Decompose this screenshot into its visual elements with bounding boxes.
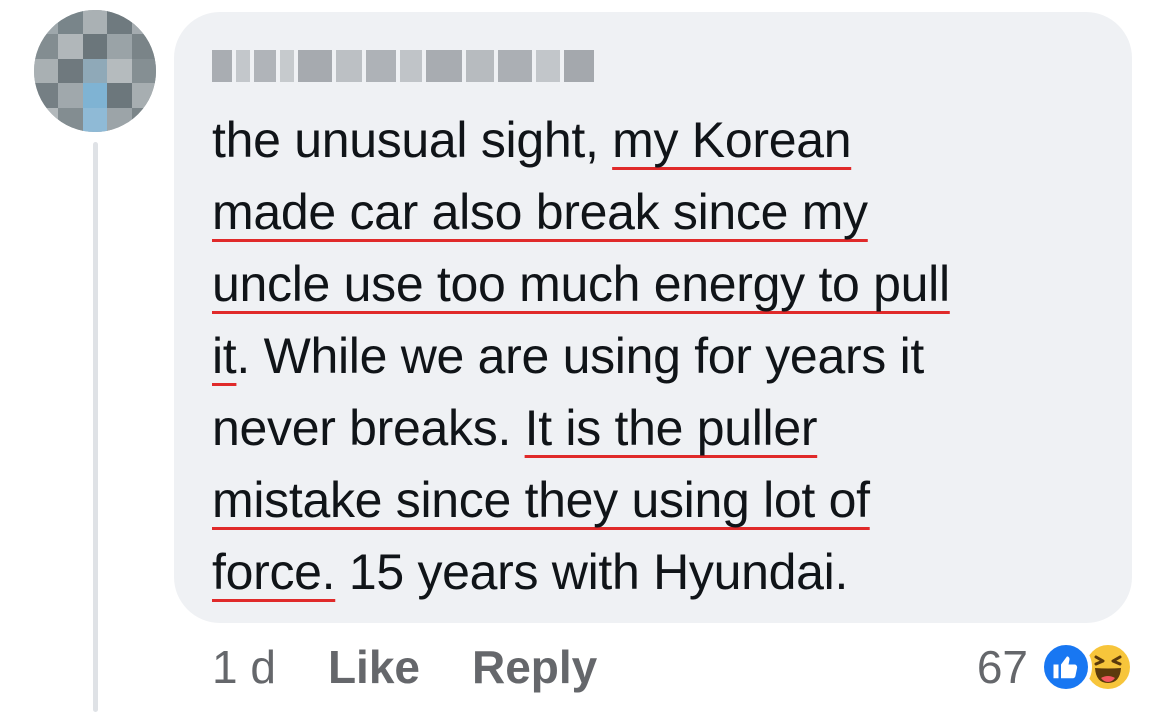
reaction-count: 67 xyxy=(976,641,1028,693)
comment-line: force. 15 years with Hyundai. xyxy=(212,544,849,600)
underlined-phrase: mistake since they using lot of xyxy=(212,472,870,528)
reaction-summary[interactable]: 67 xyxy=(977,640,1134,694)
reply-button[interactable]: Reply xyxy=(472,640,597,694)
comment-actions: 1 d Like Reply xyxy=(212,640,597,694)
underlined-phrase: It is the puller xyxy=(524,400,818,456)
author-name-redacted[interactable] xyxy=(212,46,598,86)
underlined-phrase: force. xyxy=(212,544,336,600)
avatar[interactable] xyxy=(34,10,156,132)
comment-line: mistake since they using lot of xyxy=(212,464,1112,536)
like-icon xyxy=(1040,641,1092,693)
comment-thread: the unusual sight, my Korean made car al… xyxy=(0,0,1170,712)
comment-line: uncle use too much energy to pull xyxy=(212,248,1112,320)
underlined-phrase: it xyxy=(212,328,237,384)
comment-text: the unusual sight, my Korean made car al… xyxy=(212,104,1112,608)
underlined-phrase: my Korean xyxy=(612,112,852,168)
underlined-phrase: made car also break since my xyxy=(212,184,868,240)
like-button[interactable]: Like xyxy=(328,640,420,694)
comment-line: never breaks. It is the puller xyxy=(212,400,818,456)
comment-line: made car also break since my xyxy=(212,176,1112,248)
underlined-phrase: uncle use too much energy to pull xyxy=(212,256,950,312)
comment-line: the unusual sight, my Korean xyxy=(212,112,852,168)
comment-line: it. While we are using for years it xyxy=(212,328,924,384)
timestamp[interactable]: 1 d xyxy=(212,640,276,694)
thread-connector-line xyxy=(93,142,98,712)
